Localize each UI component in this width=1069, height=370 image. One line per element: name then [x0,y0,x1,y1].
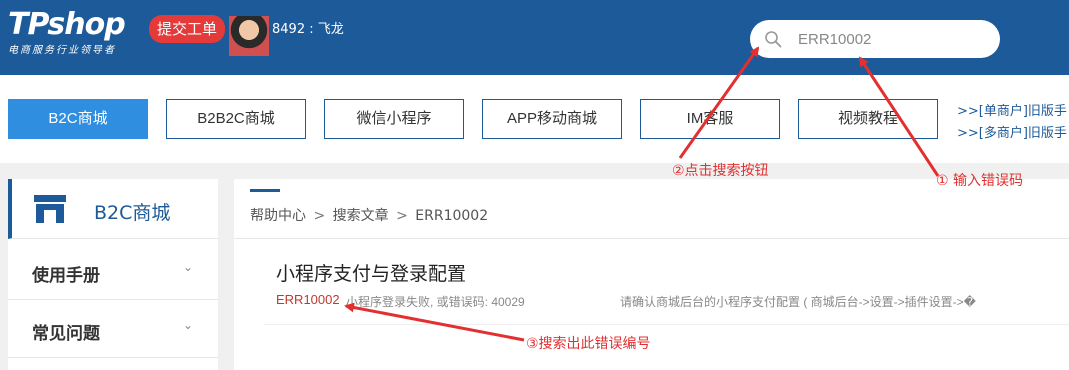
arrow-step1 [858,56,940,177]
annotation-step2: ②点击搜索按钮 [672,163,769,179]
arrow-step3 [344,302,525,342]
annotation-step3: ③搜索出此错误编号 [526,336,651,352]
annotation-arrows [344,46,940,342]
annotation-step1: ① 输入错误码 [936,173,1024,189]
arrow-step2 [678,46,760,159]
